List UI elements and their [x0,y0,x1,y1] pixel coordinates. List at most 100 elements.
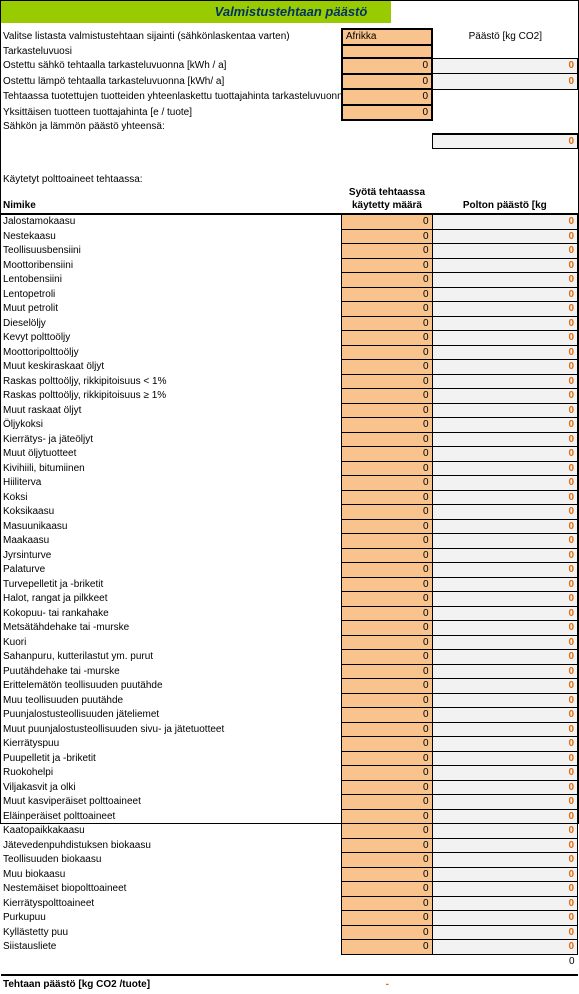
fuel-emission: 0 [432,258,577,273]
fuel-qty-input[interactable]: 0 [342,780,432,795]
fuel-name: Metsätähdehake tai -murske [1,621,342,636]
row-input[interactable]: Afrikka [342,29,432,45]
fuel-row: Muut raskaat öljyt00 [1,403,578,418]
fuel-row: Raskas polttoöljy, rikkipitoisuus < 1%00 [1,374,578,389]
fuel-qty-input[interactable]: 0 [342,345,432,360]
fuel-row: Siistausliete00 [1,940,578,955]
col-header-emit: Polton päästö [kg [432,186,577,214]
fuel-qty-input[interactable]: 0 [342,795,432,810]
fuel-qty-input[interactable]: 0 [342,258,432,273]
fuel-row: Muut öljytuotteet00 [1,447,578,462]
fuel-qty-input[interactable]: 0 [342,331,432,346]
fuel-emission: 0 [432,896,577,911]
fuel-emission: 0 [432,737,577,752]
fuel-qty-input[interactable]: 0 [342,722,432,737]
fuel-qty-input[interactable]: 0 [342,621,432,636]
fuel-qty-input[interactable]: 0 [342,389,432,404]
bottom-table: Tehtaan päästö [kg CO2 /tuote] - [1,974,578,994]
fuel-qty-input[interactable]: 0 [342,403,432,418]
fuel-name: Kuori [1,635,342,650]
fuel-row: Moottoripolttoöljy00 [1,345,578,360]
fuel-name: Muut puunjalostusteollisuuden sivu- ja j… [1,722,342,737]
fuel-name: Kivihiili, bitumiinen [1,461,342,476]
fuel-qty-input[interactable]: 0 [342,882,432,897]
fuel-qty-input[interactable]: 0 [342,519,432,534]
fuel-qty-input[interactable]: 0 [342,490,432,505]
fuel-qty-input[interactable]: 0 [342,737,432,752]
fuel-qty-input[interactable]: 0 [342,896,432,911]
fuel-qty-input[interactable]: 0 [342,374,432,389]
fuel-name: Lentobensiini [1,273,342,288]
total-blank [432,975,578,994]
fuel-name: Ruokohelpi [1,766,342,781]
fuel-qty-input[interactable]: 0 [342,911,432,926]
row-input[interactable]: 0 [342,74,432,90]
fuel-qty-input[interactable]: 0 [342,534,432,549]
fuel-qty-input[interactable]: 0 [342,316,432,331]
fuel-name: Jyrsinturve [1,548,342,563]
fuel-qty-input[interactable]: 0 [342,287,432,302]
fuel-qty-input[interactable]: 0 [342,635,432,650]
fuel-name: Kierrätyspolttoaineet [1,896,342,911]
fuel-qty-input[interactable]: 0 [342,838,432,853]
fuel-emission: 0 [432,621,577,636]
fuel-emission: 0 [432,635,577,650]
fuel-qty-input[interactable]: 0 [342,824,432,839]
fuel-qty-input[interactable]: 0 [342,708,432,723]
fuel-emission: 0 [432,577,577,592]
fuel-qty-input[interactable]: 0 [342,505,432,520]
fuel-qty-input[interactable]: 0 [342,766,432,781]
fuel-name: Puunjalostusteollisuuden jäteliemet [1,708,342,723]
fuel-qty-input[interactable]: 0 [342,461,432,476]
fuel-name: Koksikaasu [1,505,342,520]
row-label: Tarkasteluvuosi [1,45,342,59]
fuel-qty-input[interactable]: 0 [342,925,432,940]
row-input[interactable]: 0 [342,89,432,105]
fuel-row: Koksikaasu00 [1,505,578,520]
fuel-qty-input[interactable]: 0 [342,664,432,679]
fuel-emission: 0 [432,838,577,853]
row-input[interactable] [342,45,432,59]
fuel-qty-input[interactable]: 0 [342,867,432,882]
fuel-qty-input[interactable]: 0 [342,693,432,708]
fuel-qty-input[interactable]: 0 [342,650,432,665]
fuel-emission: 0 [432,214,577,229]
fuel-emission: 0 [432,461,577,476]
col-header-name: Nimike [1,186,342,214]
fuel-qty-input[interactable]: 0 [342,592,432,607]
fuel-name: Kevyt polttoöljy [1,331,342,346]
fuel-row: Erittelemätön teollisuuden puutähde00 [1,679,578,694]
fuel-qty-input[interactable]: 0 [342,476,432,491]
fuel-row: Kevyt polttoöljy00 [1,331,578,346]
fuel-qty-input[interactable]: 0 [342,273,432,288]
fuel-emission: 0 [432,360,577,375]
fuel-qty-input[interactable]: 0 [342,447,432,462]
fuel-qty-input[interactable]: 0 [342,229,432,244]
fuel-qty-input[interactable]: 0 [342,809,432,824]
fuel-qty-input[interactable]: 0 [342,548,432,563]
fuel-emission: 0 [432,389,577,404]
row-input[interactable]: 0 [342,105,432,121]
fuel-qty-input[interactable]: 0 [342,563,432,578]
emission-value: 0 [432,74,577,90]
fuel-emission: 0 [432,273,577,288]
row-input[interactable]: 0 [342,58,432,74]
fuel-qty-input[interactable]: 0 [342,853,432,868]
fuel-emission: 0 [432,853,577,868]
fuel-qty-input[interactable]: 0 [342,302,432,317]
fuel-qty-input[interactable]: 0 [342,679,432,694]
fuel-qty-input[interactable]: 0 [342,418,432,433]
fuel-qty-input[interactable]: 0 [342,751,432,766]
fuel-qty-input[interactable]: 0 [342,360,432,375]
fuel-emission: 0 [432,911,577,926]
fuel-qty-input[interactable]: 0 [342,577,432,592]
fuel-emission: 0 [432,345,577,360]
fuel-name: Sahanpuru, kutterilastut ym. purut [1,650,342,665]
fuel-qty-input[interactable]: 0 [342,606,432,621]
fuel-qty-input[interactable]: 0 [342,940,432,955]
fuel-qty-input[interactable]: 0 [342,432,432,447]
fuel-qty-input[interactable]: 0 [342,214,432,229]
fuel-row: Muut petrolit00 [1,302,578,317]
fuel-row: Halot, rangat ja pilkkeet00 [1,592,578,607]
fuel-qty-input[interactable]: 0 [342,244,432,259]
